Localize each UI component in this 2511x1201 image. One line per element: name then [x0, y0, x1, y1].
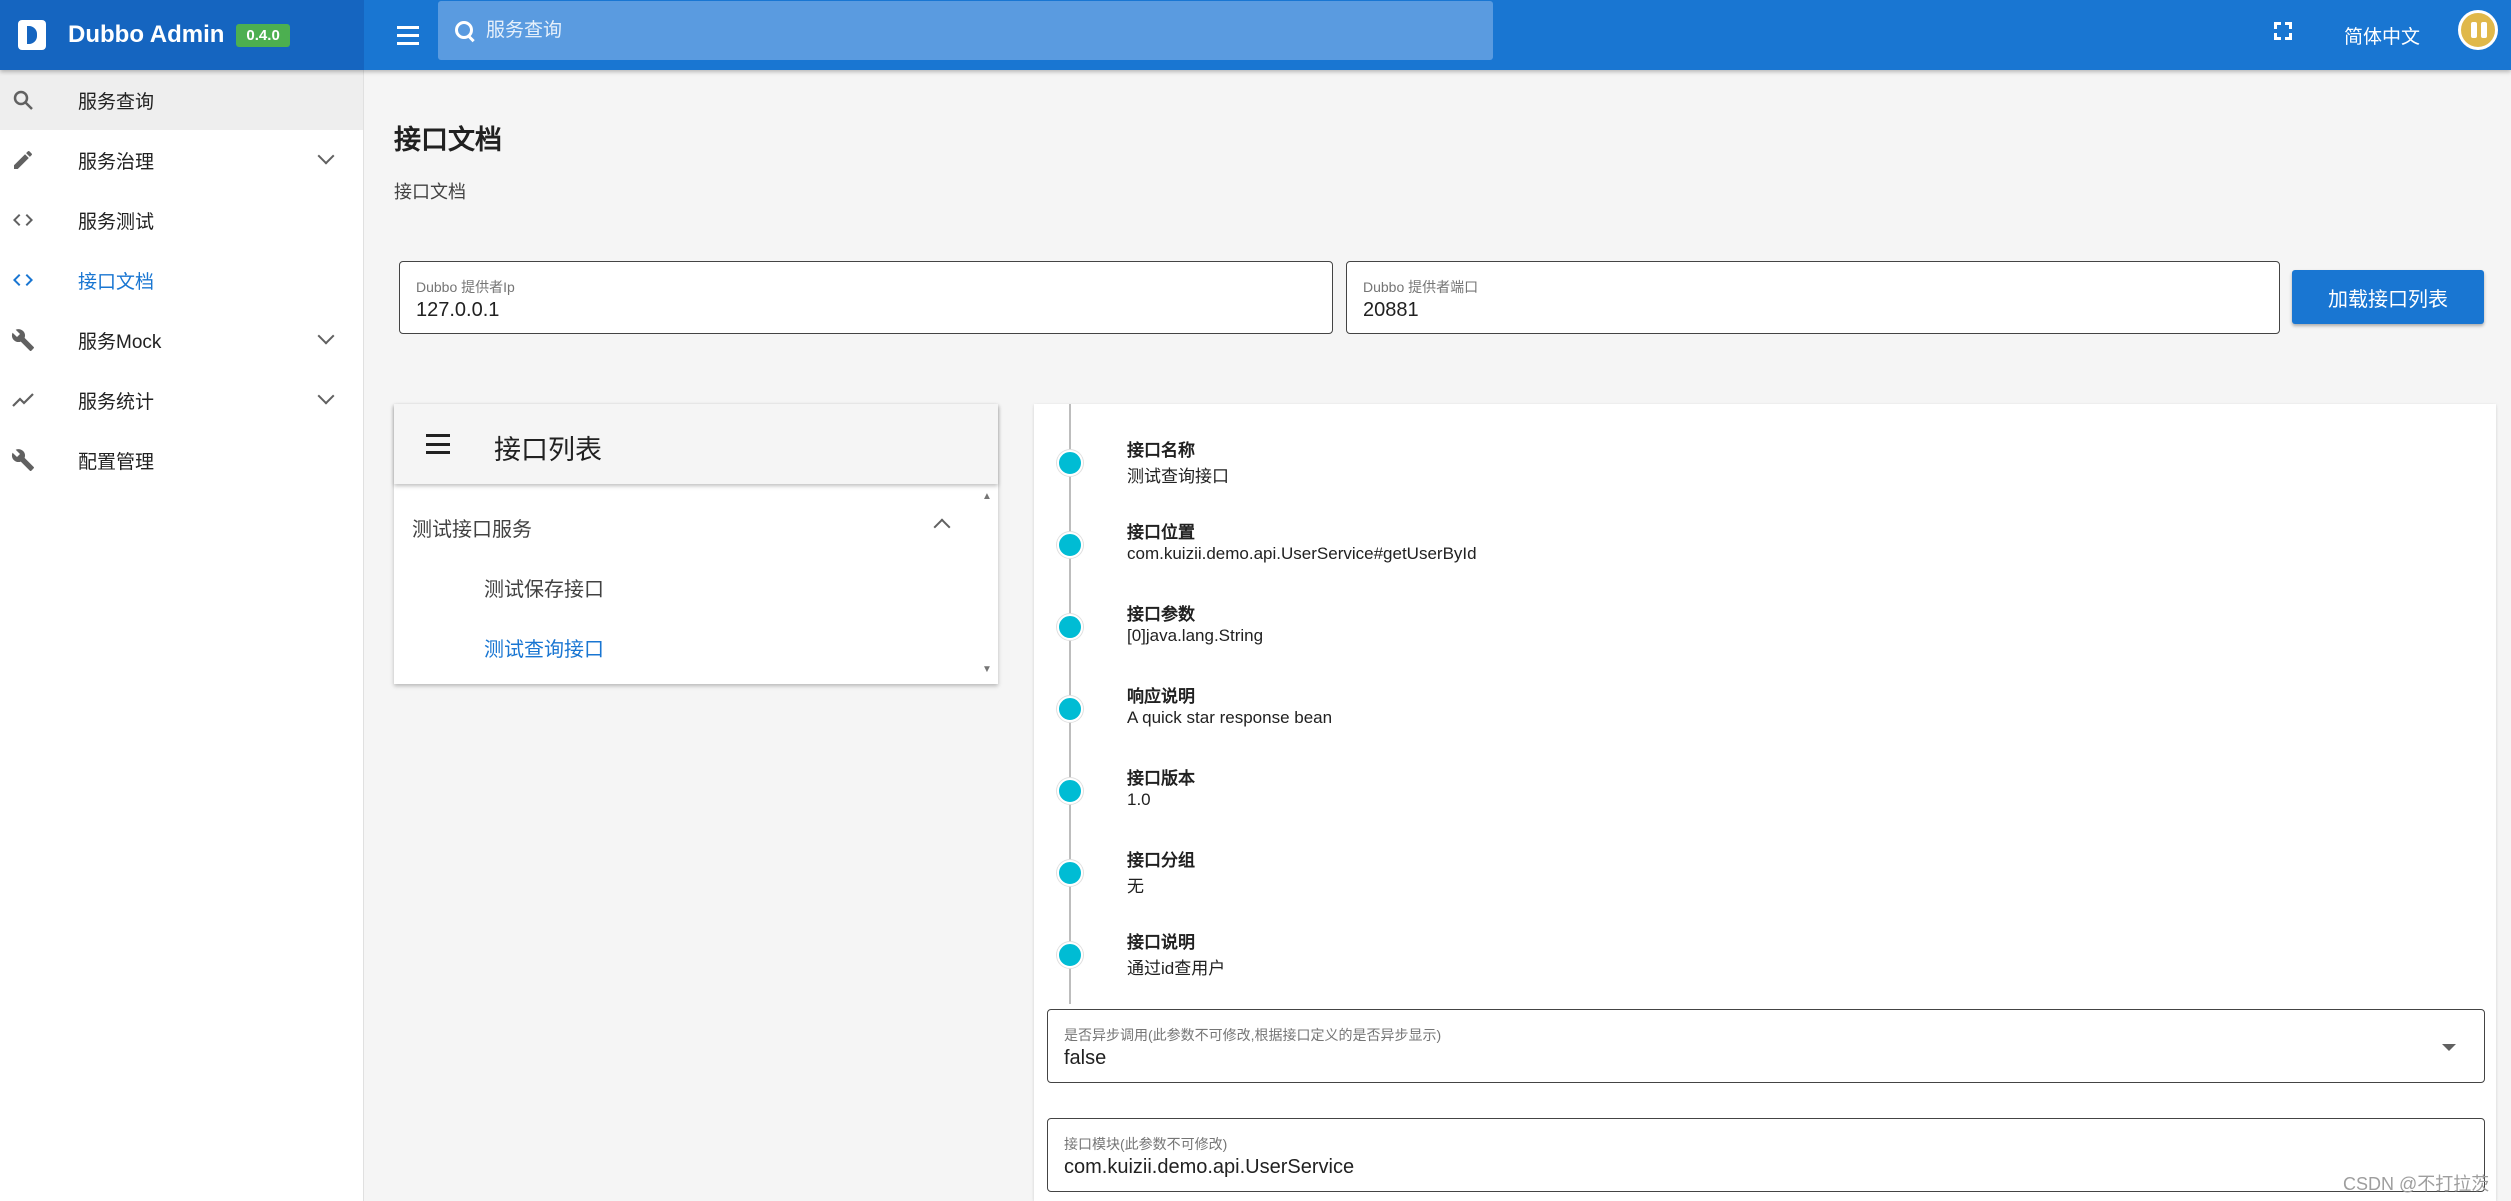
- chevron-down-icon: [317, 147, 335, 165]
- fullscreen-icon[interactable]: [2272, 20, 2294, 42]
- load-interface-list-button[interactable]: 加载接口列表: [2292, 270, 2484, 324]
- menu-icon[interactable]: [426, 434, 452, 454]
- provider-port-label: Dubbo 提供者端口: [1363, 279, 1479, 295]
- list-item-label: 测试保存接口: [484, 579, 604, 601]
- search-box[interactable]: [438, 1, 1493, 60]
- search-input[interactable]: [486, 19, 1446, 42]
- timeline-dot: [1057, 860, 1083, 886]
- detail-value: com.kuizii.demo.api.UserService#getUserB…: [1127, 544, 1477, 563]
- list-item[interactable]: 测试查询接口: [394, 614, 974, 674]
- interface-list-panel: 接口列表 ▲ 测试接口服务 测试保存接口 测试查询接口 ▼: [394, 404, 998, 684]
- async-call-label: 是否异步调用(此参数不可修改,根据接口定义的是否异步显示): [1064, 1027, 1442, 1043]
- timeline-dot: [1057, 942, 1083, 968]
- detail-value: [0]java.lang.String: [1127, 626, 1264, 645]
- pencil-icon: [10, 147, 36, 173]
- detail-title: 接口名称: [1127, 441, 1195, 460]
- language-button[interactable]: 简体中文: [2330, 16, 2434, 54]
- detail-value: 测试查询接口: [1127, 467, 1229, 486]
- provider-ip-label: Dubbo 提供者Ip: [416, 279, 515, 295]
- sidebar-item-service-governance[interactable]: 服务治理: [0, 130, 363, 190]
- code-icon: [10, 207, 36, 233]
- sidebar-item-service-stats[interactable]: 服务统计: [0, 370, 363, 430]
- timeline-dot: [1057, 614, 1083, 640]
- detail-value: 通过id查用户: [1127, 959, 1226, 978]
- chevron-down-icon: [317, 327, 335, 345]
- search-icon: [10, 87, 36, 113]
- sidebar-item-label: 服务测试: [78, 211, 155, 233]
- wrench-icon: [10, 327, 36, 353]
- detail-value: 1.0: [1127, 790, 1151, 809]
- chevron-down-icon: [317, 387, 335, 405]
- detail-value: A quick star response bean: [1127, 708, 1333, 727]
- watermark: CSDN @不打拉茨: [2343, 1174, 2490, 1194]
- list-item-label: 测试查询接口: [484, 639, 604, 661]
- provider-port-field[interactable]: Dubbo 提供者端口: [1346, 261, 2280, 334]
- sidebar-item-service-mock[interactable]: 服务Mock: [0, 310, 363, 370]
- code-icon: [10, 267, 36, 293]
- avatar[interactable]: [2458, 10, 2498, 50]
- wrench-icon: [10, 447, 36, 473]
- app-title: Dubbo Admin: [68, 21, 225, 48]
- interface-module-label: 接口模块(此参数不可修改): [1064, 1136, 1228, 1152]
- sidebar-item-service-test[interactable]: 服务测试: [0, 190, 363, 250]
- detail-title: 接口参数: [1127, 605, 1195, 624]
- interface-detail-panel: 接口名称 测试查询接口 接口位置 com.kuizii.demo.api.Use…: [1034, 404, 2496, 1201]
- sidebar-item-label: 接口文档: [78, 271, 155, 293]
- timeline-dot: [1057, 532, 1083, 558]
- detail-title: 接口说明: [1127, 933, 1195, 952]
- async-call-value: false: [1064, 1047, 1107, 1069]
- sidebar-item-label: 服务查询: [78, 91, 155, 113]
- sidebar: 服务查询 服务治理 服务测试 接口文档 服务Mock 服务统计 配置管理: [0, 70, 364, 1201]
- version-badge: 0.4.0: [236, 23, 290, 47]
- dubbo-logo-icon: [18, 20, 46, 50]
- dropdown-arrow-icon[interactable]: [2442, 1044, 2456, 1051]
- provider-ip-input[interactable]: [416, 299, 1255, 322]
- brand[interactable]: Dubbo Admin 0.4.0: [0, 0, 364, 70]
- list-item[interactable]: 测试保存接口: [394, 554, 974, 614]
- trending-icon: [10, 387, 36, 413]
- sidebar-item-config[interactable]: 配置管理: [0, 430, 363, 490]
- interface-group[interactable]: 测试接口服务: [394, 494, 974, 554]
- breadcrumb: 接口文档: [394, 182, 466, 202]
- search-icon: [454, 20, 476, 42]
- interface-group-label: 测试接口服务: [412, 519, 532, 541]
- sidebar-item-service-query[interactable]: 服务查询: [0, 70, 363, 130]
- detail-title: 接口位置: [1127, 523, 1195, 542]
- top-app-bar: Dubbo Admin 0.4.0 简体中文: [0, 0, 2511, 70]
- scroll-down-arrow-icon[interactable]: ▼: [982, 664, 992, 675]
- sidebar-item-label: 服务统计: [78, 391, 155, 413]
- scroll-up-arrow-icon[interactable]: ▲: [982, 491, 992, 502]
- detail-value: 无: [1127, 877, 1144, 896]
- detail-title: 接口分组: [1127, 851, 1195, 870]
- interface-module-field[interactable]: 接口模块(此参数不可修改) com.kuizii.demo.api.UserSe…: [1047, 1118, 2485, 1192]
- sidebar-item-api-docs[interactable]: 接口文档: [0, 250, 363, 310]
- async-call-select[interactable]: 是否异步调用(此参数不可修改,根据接口定义的是否异步显示) false: [1047, 1009, 2485, 1083]
- chevron-up-icon: [933, 518, 951, 536]
- interface-list-header: 接口列表: [394, 404, 998, 484]
- interface-list-title: 接口列表: [494, 435, 602, 465]
- sidebar-item-label: 配置管理: [78, 451, 155, 473]
- detail-title: 响应说明: [1127, 687, 1195, 706]
- page-title: 接口文档: [394, 125, 502, 155]
- interface-module-value: com.kuizii.demo.api.UserService: [1064, 1156, 1355, 1178]
- timeline-dot: [1057, 450, 1083, 476]
- provider-ip-field[interactable]: Dubbo 提供者Ip: [399, 261, 1333, 334]
- timeline-dot: [1057, 696, 1083, 722]
- sidebar-item-label: 服务Mock: [78, 331, 162, 353]
- menu-toggle-icon[interactable]: [390, 17, 426, 53]
- detail-title: 接口版本: [1127, 769, 1195, 788]
- sidebar-item-label: 服务治理: [78, 151, 155, 173]
- provider-port-input[interactable]: [1363, 299, 2202, 322]
- timeline-dot: [1057, 778, 1083, 804]
